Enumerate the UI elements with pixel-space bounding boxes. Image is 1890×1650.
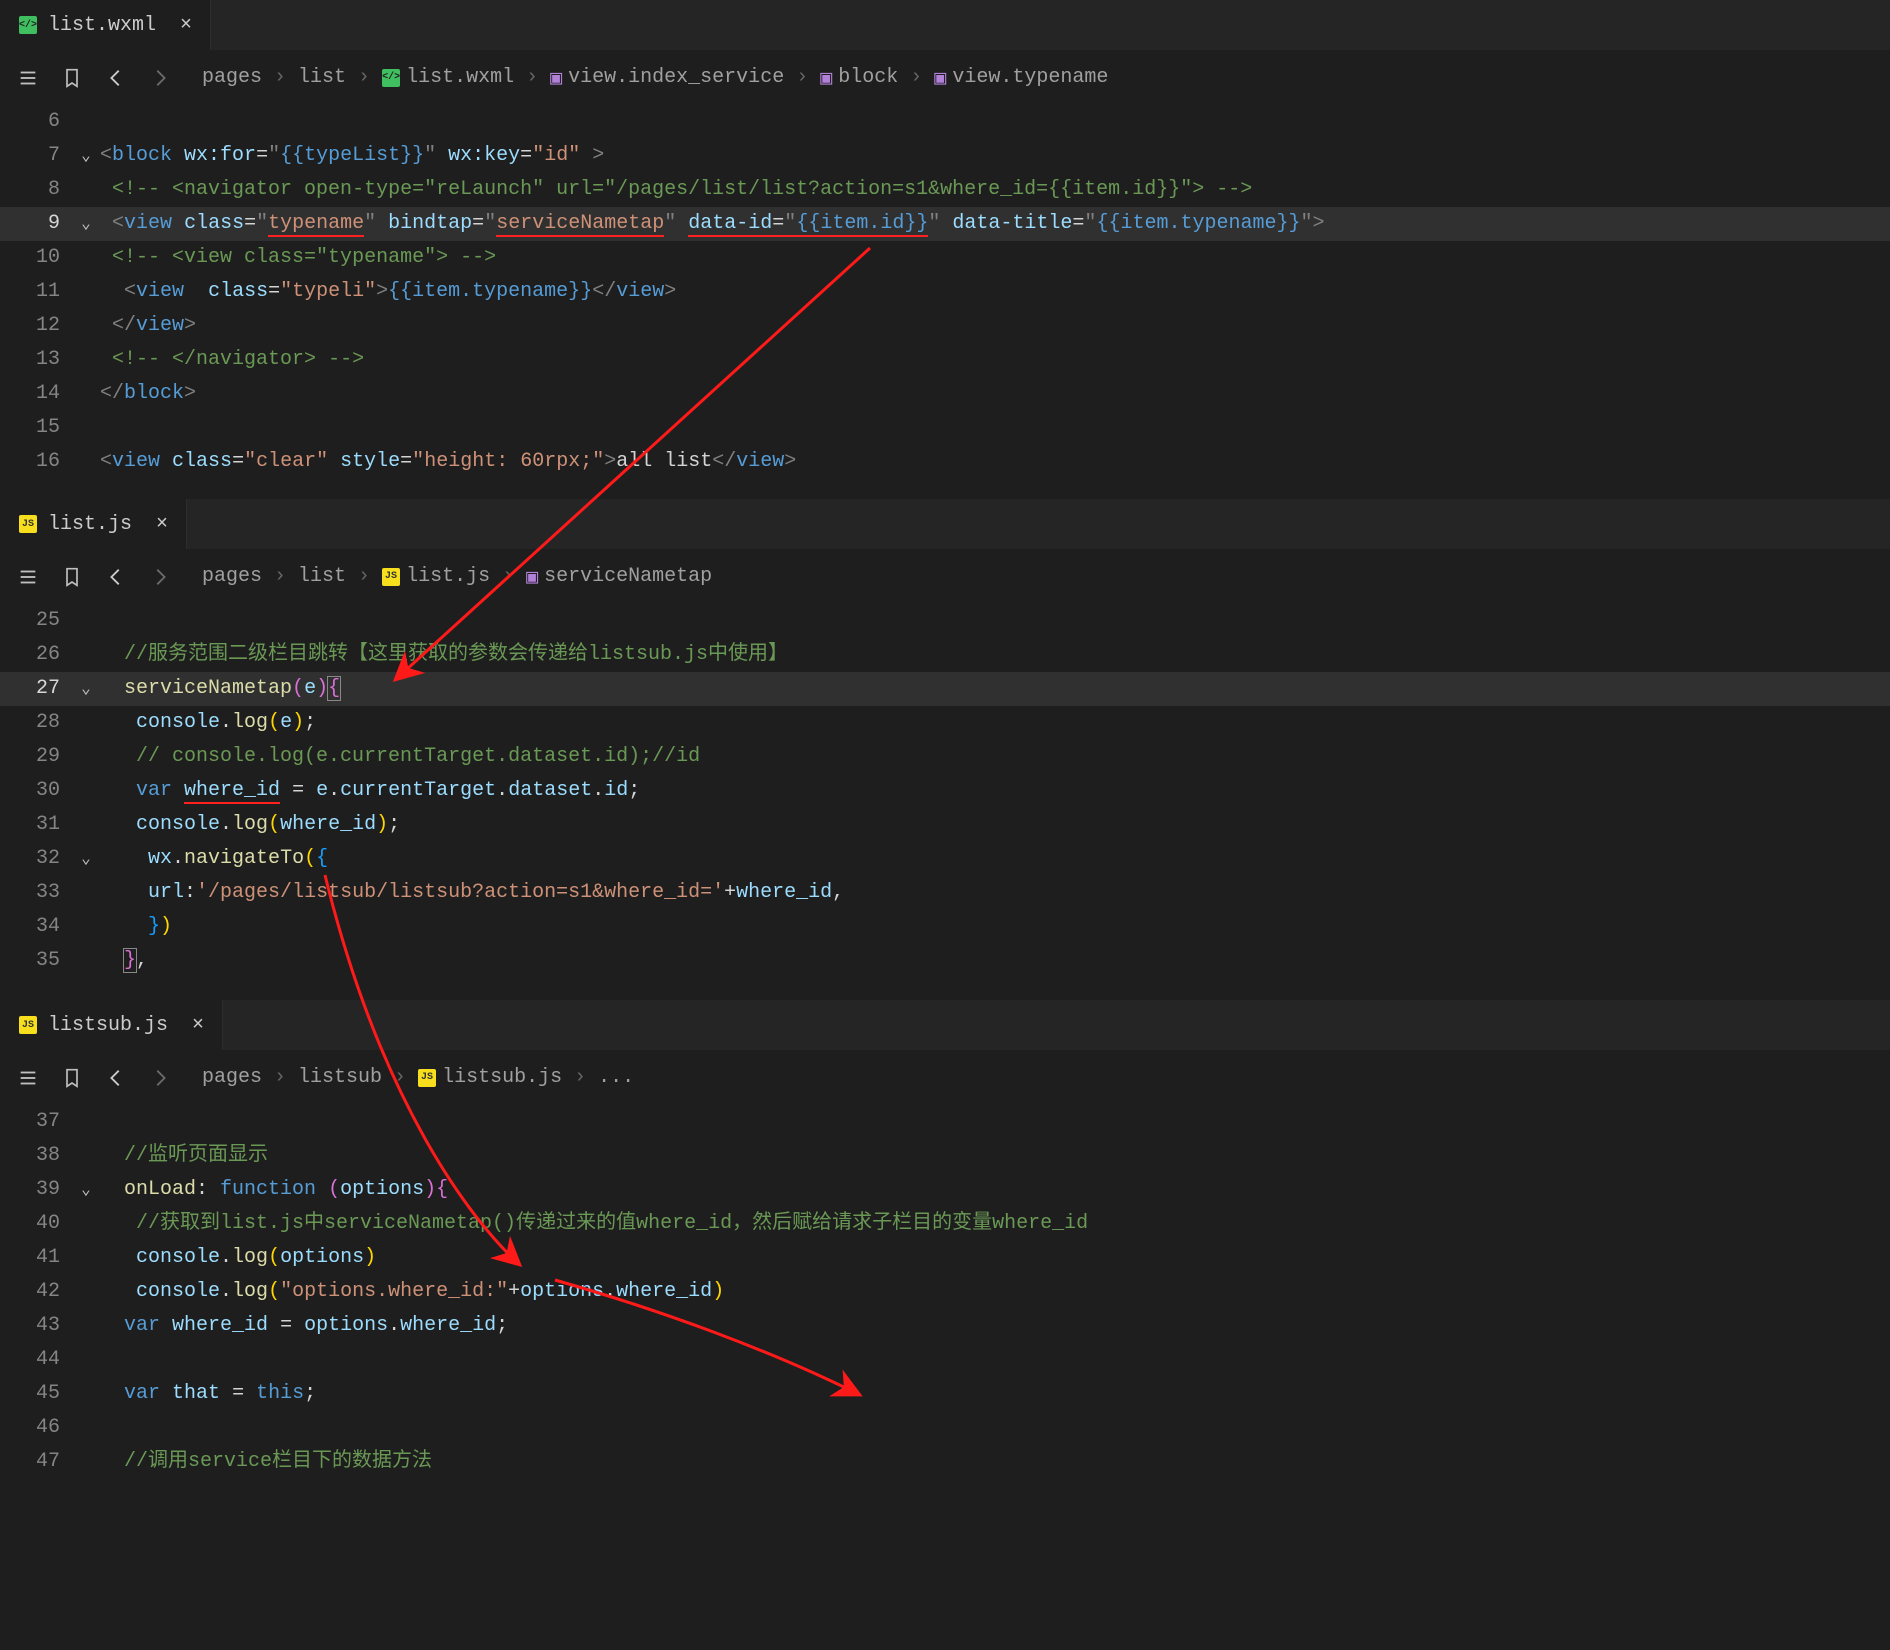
close-icon[interactable]: × <box>178 1014 204 1037</box>
tab-label: list.wxml <box>48 14 156 37</box>
tab-bar: JS list.js × <box>0 499 1890 549</box>
editor-pane-listjs: JS list.js × pages› list› JS list.js› ▣ … <box>0 499 1890 1000</box>
editor-pane-listsubjs: JS listsub.js × pages› listsub› JS lists… <box>0 1000 1890 1479</box>
symbol-icon: ▣ <box>550 65 562 91</box>
js-file-icon: JS <box>382 568 400 586</box>
list-icon[interactable] <box>8 557 48 597</box>
tab-label: list.js <box>48 513 132 536</box>
tab-listsub-js[interactable]: JS listsub.js × <box>0 1000 223 1050</box>
bookmark-icon[interactable] <box>52 557 92 597</box>
breadcrumb-segment[interactable]: pages <box>202 66 262 89</box>
nav-forward-icon[interactable] <box>140 557 180 597</box>
breadcrumb-segment[interactable]: list <box>298 66 346 89</box>
editor-pane-wxml: </> list.wxml × pages› list› </> list.wx… <box>0 0 1890 499</box>
wxml-file-icon: </> <box>382 69 400 87</box>
breadcrumb-segment[interactable]: ▣ block <box>820 65 898 91</box>
symbol-icon: ▣ <box>820 65 832 91</box>
wxml-file-icon: </> <box>18 15 38 35</box>
nav-forward-icon[interactable] <box>140 1058 180 1098</box>
list-icon[interactable] <box>8 1058 48 1098</box>
tab-bar: JS listsub.js × <box>0 1000 1890 1050</box>
breadcrumb-segment[interactable]: pages <box>202 1066 262 1089</box>
nav-forward-icon[interactable] <box>140 58 180 98</box>
tool-row: pages› listsub› JS listsub.js› ... <box>0 1050 1890 1105</box>
code-editor[interactable]: 37 38 //监听页面显示 39⌄ onLoad: function (opt… <box>0 1105 1890 1479</box>
nav-back-icon[interactable] <box>96 1058 136 1098</box>
breadcrumb: pages› list› JS list.js› ▣ serviceNameta… <box>184 564 712 590</box>
list-icon[interactable] <box>8 58 48 98</box>
code-editor[interactable]: 6 7⌄<block wx:for="{{typeList}}" wx:key=… <box>0 105 1890 499</box>
tab-list-js[interactable]: JS list.js × <box>0 499 187 549</box>
breadcrumb-segment[interactable]: JS list.js <box>382 565 490 588</box>
breadcrumb-segment[interactable]: JS listsub.js <box>418 1066 562 1089</box>
breadcrumb-segment[interactable]: list <box>298 565 346 588</box>
breadcrumb-segment[interactable]: ... <box>598 1066 634 1089</box>
breadcrumb: pages› listsub› JS listsub.js› ... <box>184 1066 634 1089</box>
breadcrumb-segment[interactable]: listsub <box>298 1066 382 1089</box>
symbol-icon: ▣ <box>526 564 538 590</box>
code-editor[interactable]: 25 26 //服务范围二级栏目跳转【这里获取的参数会传递给listsub.js… <box>0 604 1890 1000</box>
js-file-icon: JS <box>418 1069 436 1087</box>
breadcrumb-segment[interactable]: ▣ serviceNametap <box>526 564 712 590</box>
breadcrumb-segment[interactable]: ▣ view.typename <box>934 65 1108 91</box>
breadcrumb-segment[interactable]: pages <box>202 565 262 588</box>
js-file-icon: JS <box>18 1015 38 1035</box>
tab-list-wxml[interactable]: </> list.wxml × <box>0 0 211 50</box>
js-file-icon: JS <box>18 514 38 534</box>
symbol-icon: ▣ <box>934 65 946 91</box>
breadcrumb-segment[interactable]: ▣ view.index_service <box>550 65 784 91</box>
tab-label: listsub.js <box>48 1014 168 1037</box>
bookmark-icon[interactable] <box>52 1058 92 1098</box>
nav-back-icon[interactable] <box>96 58 136 98</box>
bookmark-icon[interactable] <box>52 58 92 98</box>
nav-back-icon[interactable] <box>96 557 136 597</box>
close-icon[interactable]: × <box>166 14 192 37</box>
tool-row: pages› list› </> list.wxml› ▣ view.index… <box>0 50 1890 105</box>
breadcrumb: pages› list› </> list.wxml› ▣ view.index… <box>184 65 1108 91</box>
tab-bar: </> list.wxml × <box>0 0 1890 50</box>
close-icon[interactable]: × <box>142 513 168 536</box>
tool-row: pages› list› JS list.js› ▣ serviceNameta… <box>0 549 1890 604</box>
breadcrumb-segment[interactable]: </> list.wxml <box>382 66 514 89</box>
